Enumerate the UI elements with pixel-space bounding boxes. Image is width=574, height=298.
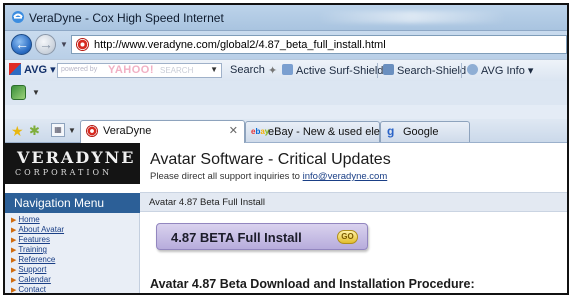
bullet-icon: ▶ [11,277,17,284]
back-arrow-icon: ← [15,36,29,52]
title-bar: VeraDyne - Cox High Speed Internet [5,5,567,31]
window-title: VeraDyne - Cox High Speed Internet [29,11,224,25]
bullet-icon: ▶ [11,237,17,244]
nav-item-features[interactable]: ▶ Features [11,235,50,244]
favorites-star-icon[interactable]: ★ [11,123,24,140]
page-title: Avatar Software - Critical Updates [150,151,391,168]
nav-item-calendar[interactable]: ▶ Calendar [11,275,51,284]
left-column: VeraDyne Corporation Navigation Menu ▶ Ho… [5,143,140,294]
yahoo-powered-text: powered by [61,66,98,73]
ebay-favicon-icon: ebay [251,127,270,136]
go-icon: GO [337,230,358,244]
addon-dropdown-icon[interactable]: ▼ [32,88,40,97]
full-install-button[interactable]: 4.87 BETA Full Install GO [156,223,368,250]
avg-menu[interactable]: AVG ▾ [9,63,56,78]
google-favicon-icon: g [387,124,395,138]
nav-item-about-avatar[interactable]: ▶ About Avatar [11,225,64,234]
brand-logo[interactable]: VeraDyne Corporation [5,143,140,184]
brand-subtitle: Corporation [15,168,113,177]
pin-icon: ✦ [268,65,278,77]
nav-item-training[interactable]: ▶ Training [11,245,47,254]
yahoo-search-box[interactable]: powered by YAHOO! SEARCH ▼ [57,63,222,78]
bullet-icon: ▶ [11,247,17,254]
bullet-icon: ▶ [11,227,17,234]
support-email-link[interactable]: info@veradyne.com [303,171,388,182]
search-shield-icon [383,64,394,75]
brand-name: VeraDyne [17,148,136,167]
page-content: VeraDyne Corporation Navigation Menu ▶ Ho… [5,143,567,294]
nav-item-reference[interactable]: ▶ Reference [11,255,55,264]
breadcrumb: Avatar 4.87 Beta Full Install [140,192,567,212]
section-heading: Avatar 4.87 Beta Download and Installati… [150,277,475,291]
search-shield-button[interactable]: Search-Shield [383,64,466,77]
back-button[interactable]: ← [11,34,32,55]
tab-bar: ★ ✱ ▦ ▼ VeraDyne ✕ ebay eBay - New & use… [5,119,567,143]
search-button[interactable]: Search [230,64,265,76]
browser-window: VeraDyne - Cox High Speed Internet ← → ▼… [3,3,569,295]
tab-veradyne[interactable]: VeraDyne ✕ [80,120,245,143]
active-surf-shield-button[interactable]: Active Surf-Shield [282,64,383,77]
yahoo-search-watermark: SEARCH [160,66,194,75]
bullet-icon: ▶ [11,287,17,294]
address-url[interactable]: http://www.veradyne.com/global2/4.87_bet… [94,39,386,51]
close-tab-icon[interactable]: ✕ [229,124,238,137]
addon-icon[interactable] [11,85,26,100]
avg-logo-icon [9,63,21,75]
nav-item-support[interactable]: ▶ Support [11,265,46,274]
veradyne-favicon-icon [86,125,98,137]
forward-arrow-icon: → [39,36,53,52]
nav-menu: ▶ Home ▶ About Avatar ▶ Features ▶ Training … [5,213,140,294]
bullet-icon: ▶ [11,257,17,264]
support-line: Please direct all support inquiries to i… [150,171,388,182]
bullet-icon: ▶ [11,267,17,274]
ie-icon [12,11,24,23]
yahoo-logo: YAHOO! [108,64,154,76]
address-bar[interactable]: http://www.veradyne.com/global2/4.87_bet… [71,35,567,54]
tab-list-dropdown-icon[interactable]: ▼ [68,126,76,135]
tab-google[interactable]: g Google [380,121,470,142]
quick-tabs-icon[interactable]: ▦ [51,123,65,137]
forward-button[interactable]: → [35,34,56,55]
nav-item-home[interactable]: ▶ Home [11,215,40,224]
history-dropdown-icon[interactable]: ▼ [60,40,68,49]
search-dropdown-icon[interactable]: ▼ [210,65,218,74]
avg-toolbar: AVG ▾ powered by YAHOO! SEARCH ▼ Search … [5,59,567,81]
address-row: ← → ▼ http://www.veradyne.com/global2/4.… [5,31,567,59]
bullet-icon: ▶ [11,217,17,224]
site-favicon-icon [76,38,89,51]
shield-icon [282,64,293,75]
add-favorite-icon[interactable]: ✱ [29,123,40,139]
main-content: Avatar Software - Critical Updates Pleas… [140,143,567,293]
addon-row: ▼ [5,81,567,105]
nav-heading: Navigation Menu [5,193,140,213]
info-icon [467,64,478,75]
nav-item-contact[interactable]: ▶ Contact [11,285,46,294]
tab-ebay[interactable]: ebay eBay - New & used electro... [245,121,407,142]
avg-info-button[interactable]: AVG Info ▾ [467,64,533,77]
